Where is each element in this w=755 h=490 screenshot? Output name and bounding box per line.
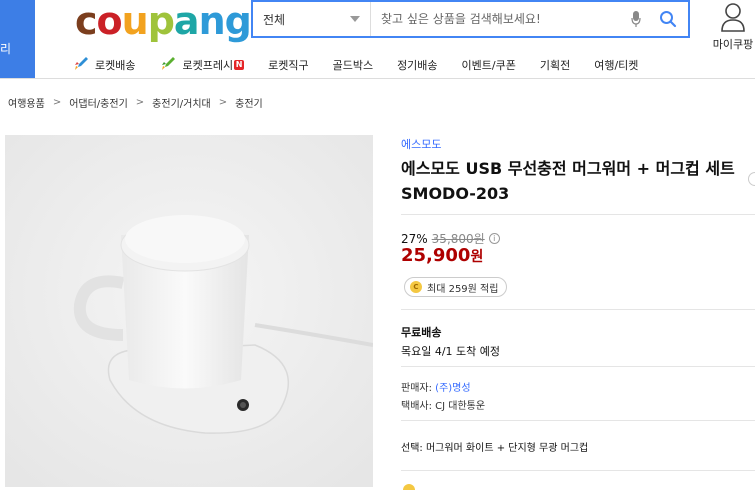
search-icon (660, 11, 677, 28)
coupang-logo[interactable]: coupang (75, 0, 252, 43)
nav-item-label: 여행/티켓 (594, 59, 639, 72)
discount-rate: 27% (401, 231, 428, 246)
chevron-right-icon: > (218, 97, 228, 108)
nav-travel-tickets[interactable]: 여행/티켓 (594, 57, 638, 73)
breadcrumb-item[interactable]: 여행용품 (8, 95, 45, 110)
seller-link[interactable]: (주)명성 (435, 383, 470, 394)
sale-price-number: 25,900 (401, 245, 471, 266)
seller-label: 판매자: (401, 383, 432, 394)
mycoupang-button[interactable]: 마이쿠팡 (708, 0, 755, 52)
search-category-value: 전체 (263, 12, 286, 27)
nav-rocket-fresh[interactable]: 로켓프레시 N (159, 55, 245, 76)
category-menu-tab[interactable]: 리 (0, 0, 35, 78)
chevron-right-icon: > (52, 97, 62, 108)
breadcrumb-item[interactable]: 충전기 (235, 95, 263, 110)
user-icon (721, 3, 745, 32)
logo-letter: p (147, 0, 175, 43)
divider (401, 420, 755, 421)
logo-letter: c (75, 0, 98, 43)
shipping-date: 목요일 4/1 도착 예정 (401, 345, 501, 358)
nav-item-label: 이벤트/쿠폰 (461, 59, 516, 72)
product-title: 에스모도 USB 무선충전 머그워머 + 머그컵 세트 SMODO-203 (401, 159, 735, 203)
selected-option[interactable]: 선택: 머그워머 화이트 + 단지형 무광 머그컵 (401, 439, 588, 454)
nav-goldbox[interactable]: 골드박스 (333, 57, 373, 73)
global-nav: 로켓배송 로켓프레시 N 로켓직구 골드박스 정기배송 이벤트/쿠폰 기획전 여… (72, 52, 662, 78)
chevron-right-icon: > (135, 97, 145, 108)
logo-letter: u (121, 0, 149, 43)
logo-letter: a (173, 0, 200, 43)
search-input[interactable] (371, 2, 624, 36)
courier-info: 택배사: CJ 대한통운 (401, 401, 486, 412)
nav-rocket-delivery[interactable]: 로켓배송 (72, 55, 135, 76)
logo-letter: g (224, 0, 252, 43)
nav-rocket-global[interactable]: 로켓직구 (268, 57, 308, 73)
coin-icon (403, 484, 415, 490)
nav-subscription[interactable]: 정기배송 (397, 57, 437, 73)
logo-letter: o (96, 0, 123, 43)
microphone-icon[interactable] (624, 10, 648, 28)
divider (401, 309, 755, 310)
breadcrumb-item[interactable]: 어댑터/충전기 (69, 95, 128, 110)
nav-exhibitions[interactable]: 기획전 (540, 57, 570, 73)
coin-icon: C (410, 281, 422, 293)
header-divider (0, 78, 755, 79)
breadcrumb-item[interactable]: 충전기/거치대 (152, 95, 211, 110)
sale-price-unit: 원 (470, 249, 484, 265)
reward-badge[interactable]: C 최대 259원 적립 (404, 277, 508, 297)
nav-item-label: 기획전 (539, 59, 571, 72)
divider (401, 366, 755, 367)
nav-item-label: 로켓직구 (268, 59, 309, 72)
nav-item-label: 로켓배송 (95, 59, 136, 72)
sale-price: 25,900원 (401, 245, 483, 266)
new-badge: N (234, 60, 245, 70)
mycoupang-label: 마이쿠팡 (712, 38, 754, 51)
search-bar: 전체 (251, 0, 690, 38)
breadcrumb: 여행용품 > 어댑터/충전기 > 충전기/거치대 > 충전기 (8, 95, 263, 110)
nav-item-label: 골드박스 (332, 59, 374, 72)
divider (401, 214, 755, 215)
search-button[interactable] (648, 10, 688, 28)
chevron-down-icon (350, 16, 360, 22)
brand-link[interactable]: 에스모도 (401, 136, 441, 152)
nav-item-label: 정기배송 (397, 59, 438, 72)
info-icon[interactable]: i (488, 233, 500, 244)
nav-events-coupons[interactable]: 이벤트/쿠폰 (462, 57, 516, 73)
search-category-select[interactable]: 전체 (253, 2, 371, 36)
rocket-icon (72, 55, 90, 76)
reward-text: 최대 259원 적립 (427, 283, 499, 295)
shipping-title: 무료배송 (401, 326, 442, 339)
logo-letter: n (198, 0, 226, 43)
rocket-fresh-icon (159, 55, 177, 76)
nav-item-label: 로켓프레시 (182, 59, 234, 72)
product-image[interactable] (5, 135, 373, 487)
seller-info: 판매자: (주)명성 (401, 379, 471, 394)
category-menu-label: 리 (0, 42, 12, 56)
share-button[interactable] (748, 172, 755, 186)
divider (401, 470, 755, 471)
